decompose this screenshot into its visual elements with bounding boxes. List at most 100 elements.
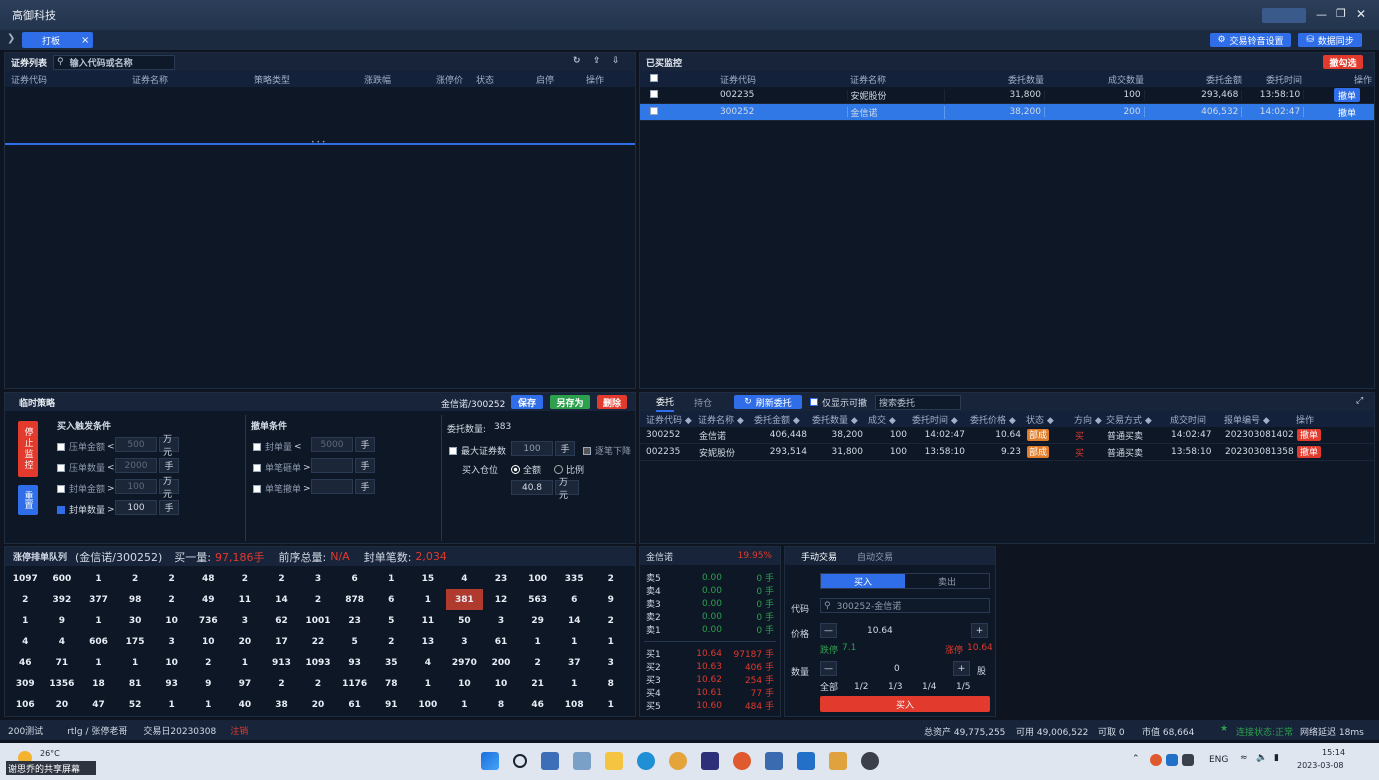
col-name[interactable]: 证券名称: [848, 73, 946, 86]
code-input[interactable]: ⚲ 300252-金信诺: [820, 598, 990, 613]
logout-link[interactable]: 注销: [230, 724, 248, 737]
condition-checkbox[interactable]: 封单量 <: [253, 440, 302, 453]
app-icon-2[interactable]: [573, 752, 591, 770]
qty-fraction-button[interactable]: 1/3: [888, 682, 922, 692]
delete-button[interactable]: 删除: [597, 395, 627, 409]
windows-start-icon[interactable]: [481, 752, 499, 770]
qty-fraction-button[interactable]: 1/2: [854, 682, 888, 692]
price-input[interactable]: 10.64: [867, 626, 893, 636]
col-limit-price[interactable]: 涨停价: [434, 73, 474, 86]
app-icon-7[interactable]: [829, 752, 847, 770]
condition-checkbox[interactable]: 封单金额 >: [57, 482, 115, 495]
orders-col[interactable]: 委托价格 ◆: [968, 413, 1024, 426]
save-button[interactable]: 保存: [511, 395, 543, 409]
expand-icon[interactable]: ⤢: [1356, 396, 1363, 406]
price-minus-button[interactable]: —: [820, 623, 837, 638]
orders-col[interactable]: 委托时间 ◆: [910, 413, 968, 426]
folder-icon[interactable]: [605, 752, 623, 770]
qty-fraction-button[interactable]: 全部: [820, 680, 854, 693]
orders-col[interactable]: 交易方式 ◆: [1104, 413, 1168, 426]
tray-icon-1[interactable]: [1150, 754, 1162, 766]
condition-input[interactable]: 5000: [311, 437, 353, 452]
condition-input[interactable]: [311, 479, 353, 494]
max-securities-input[interactable]: 100: [511, 441, 553, 456]
tab-orders[interactable]: 委托: [656, 393, 675, 412]
orders-col[interactable]: 证券代码 ◆: [640, 413, 696, 426]
qty-fraction-button[interactable]: 1/4: [922, 682, 956, 692]
orders-col[interactable]: 委托数量 ◆: [810, 413, 866, 426]
clock-date[interactable]: 2023-03-08: [1297, 761, 1344, 770]
col-change[interactable]: 涨跌幅: [362, 73, 434, 86]
buy-tab[interactable]: 买入: [821, 574, 905, 588]
condition-input[interactable]: 2000: [115, 458, 157, 473]
refresh-orders-button[interactable]: ↻ 刷新委托: [734, 395, 803, 409]
col-status[interactable]: 状态: [474, 73, 534, 86]
col-action[interactable]: 操作: [584, 73, 624, 86]
tab-daban[interactable]: 打板 ×: [22, 32, 93, 48]
decrease-checkbox[interactable]: 逐笔下降: [583, 444, 631, 457]
row-checkbox[interactable]: [640, 89, 670, 101]
orders-col[interactable]: 成交 ◆: [866, 413, 910, 426]
save-as-button[interactable]: 另存为: [550, 395, 590, 409]
refresh-icon[interactable]: ↻: [573, 56, 581, 66]
wifi-icon[interactable]: ≈: [1240, 753, 1248, 763]
condition-checkbox[interactable]: 封单数量 >: [57, 503, 115, 516]
data-sync-button[interactable]: ⛁ 数据同步: [1298, 33, 1362, 47]
tab-auto-trade[interactable]: 自动交易: [857, 550, 893, 563]
maximize-icon[interactable]: ❐: [1336, 7, 1346, 20]
tab-close-icon[interactable]: ×: [81, 35, 89, 46]
order-search-input[interactable]: 搜索委托: [875, 394, 962, 410]
only-cancelable-checkbox[interactable]: 仅显示可撤: [810, 396, 867, 409]
edge-icon[interactable]: [637, 752, 655, 770]
sell-tab[interactable]: 卖出: [905, 574, 989, 588]
condition-input[interactable]: 500: [115, 437, 157, 452]
app-icon-1[interactable]: [541, 752, 559, 770]
qty-plus-button[interactable]: +: [953, 661, 970, 676]
tab-manual-trade[interactable]: 手动交易: [801, 550, 837, 563]
app-icon-6[interactable]: [797, 752, 815, 770]
select-all-checkbox[interactable]: [640, 73, 670, 85]
max-securities-checkbox[interactable]: 最大证券数: [449, 444, 506, 457]
col-start-stop[interactable]: 启停: [534, 73, 584, 86]
col-action[interactable]: 操作: [1304, 73, 1374, 86]
col-strategy[interactable]: 策略类型: [252, 73, 362, 86]
col-filled[interactable]: 成交数量: [1046, 73, 1146, 86]
orders-row[interactable]: 300252 金信诺 406,448 38,200 100 14:02:47 10.64 部成…: [640, 427, 1374, 444]
col-qty[interactable]: 委托数量: [946, 73, 1046, 86]
trade-sound-settings-button[interactable]: ⚙ 交易铃音设置: [1210, 33, 1291, 47]
orders-col[interactable]: 报单编号 ◆: [1222, 413, 1294, 426]
orders-col[interactable]: 状态 ◆: [1024, 413, 1072, 426]
bought-row[interactable]: 300252 金信诺 38,200 200 406,532 14:02:47 撤单: [640, 104, 1374, 121]
clock-time[interactable]: 15:14: [1322, 748, 1345, 757]
chevron-right-icon[interactable]: ❯: [7, 33, 15, 44]
upload-icon[interactable]: ⇪: [593, 56, 601, 66]
tray-icon-2[interactable]: [1166, 754, 1178, 766]
col-name[interactable]: 证券名称: [130, 73, 252, 86]
qty-fraction-button[interactable]: 1/5: [956, 682, 990, 692]
language-indicator[interactable]: ENG: [1209, 755, 1228, 765]
col-code[interactable]: 证券代码: [5, 73, 130, 86]
orders-col[interactable]: 操作: [1294, 413, 1328, 426]
minimize-icon[interactable]: —: [1316, 8, 1327, 21]
qty-minus-button[interactable]: —: [820, 661, 837, 676]
app-icon-3[interactable]: [701, 752, 719, 770]
volume-icon[interactable]: 🔈: [1256, 753, 1267, 763]
col-amount[interactable]: 委托金额: [1146, 73, 1244, 86]
condition-input[interactable]: 100: [115, 479, 157, 494]
reset-button[interactable]: 重置: [18, 485, 38, 515]
search-input[interactable]: ⚲ 输入代码或名称: [53, 54, 176, 70]
account-chip[interactable]: [1262, 8, 1306, 23]
row-cancel-button[interactable]: 撤单: [1297, 428, 1321, 441]
price-plus-button[interactable]: +: [971, 623, 988, 638]
battery-icon[interactable]: ▮: [1274, 753, 1279, 763]
col-time[interactable]: 委托时间: [1244, 73, 1304, 86]
orders-col[interactable]: 方向 ◆: [1072, 413, 1104, 426]
bought-row[interactable]: 002235 安妮股份 31,800 100 293,468 13:58:10 撤单: [640, 87, 1374, 104]
submit-buy-button[interactable]: 买入: [820, 696, 990, 712]
app-icon-4[interactable]: [733, 752, 751, 770]
orders-col[interactable]: 委托金额 ◆: [752, 413, 810, 426]
amount-input[interactable]: 40.8: [511, 480, 553, 495]
splitter-grip[interactable]: • • •: [311, 139, 325, 146]
orders-col[interactable]: 成交时间: [1168, 413, 1222, 426]
tray-icon-3[interactable]: [1182, 754, 1194, 766]
